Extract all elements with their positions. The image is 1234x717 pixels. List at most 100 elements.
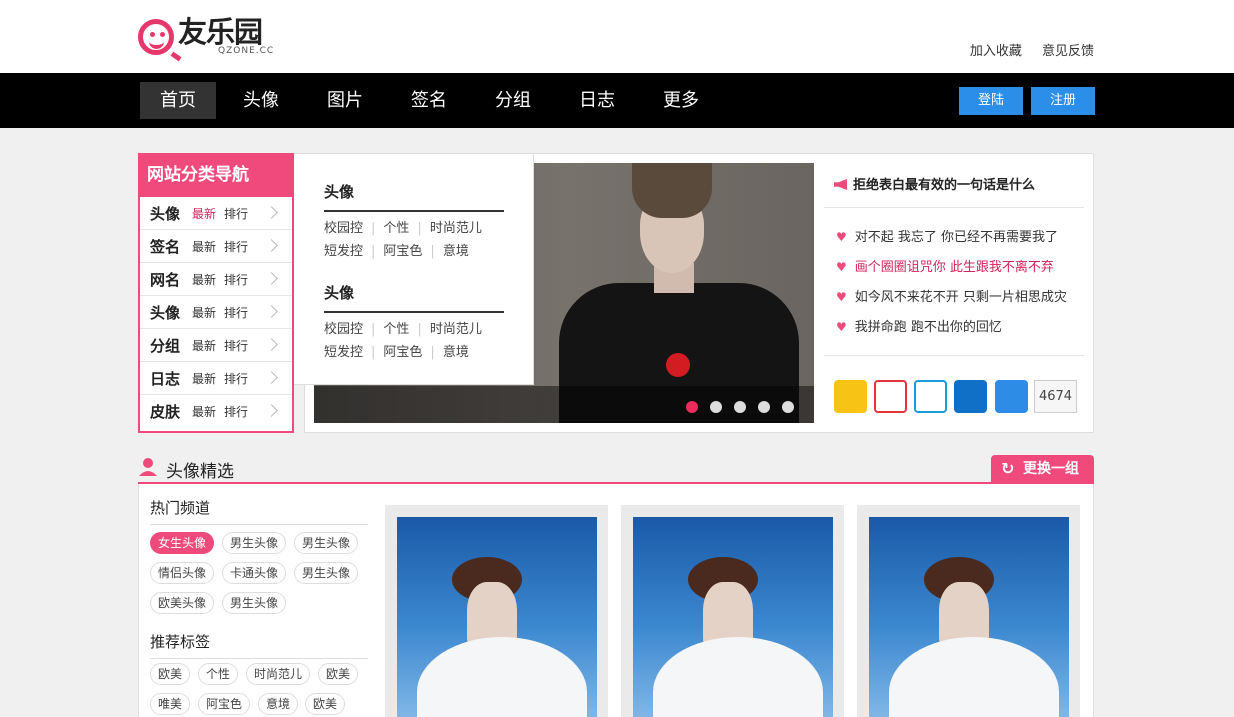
slider-dot-4[interactable] (758, 401, 770, 413)
category-rank-link[interactable]: 排行 (224, 403, 248, 420)
login-button[interactable]: 登陆 (959, 87, 1023, 115)
flyout-link[interactable]: 时尚范儿 (430, 221, 482, 236)
avatar-image[interactable] (633, 517, 833, 717)
category-nav: 网站分类导航 头像 最新 排行 签名 最新 排行 网名 最新 排行 头像 最新 … (138, 153, 294, 433)
avatar-card[interactable] (857, 505, 1080, 717)
tag-chip[interactable]: 男生头像 (294, 532, 359, 554)
nav-item-signature[interactable]: 签名 (391, 82, 467, 119)
divider (824, 207, 1084, 208)
category-flyout: 头像 校园控 | 个性 | 时尚范儿 短发控 | 阿宝色 | 意境 头像 校园控 | 个性 | 时尚范儿… (294, 153, 534, 385)
tag-chip[interactable]: 男生头像 (222, 592, 287, 614)
user-icon (138, 456, 158, 476)
tag-chip[interactable]: 欧美头像 (150, 592, 215, 614)
nav-item-images[interactable]: 图片 (307, 82, 383, 119)
category-name[interactable]: 分组 (150, 335, 192, 356)
flyout-link[interactable]: 短发控 (324, 244, 363, 259)
category-latest-link[interactable]: 最新 (192, 370, 216, 387)
slider-dot-3[interactable] (734, 401, 746, 413)
tag-chip[interactable]: 欧美 (305, 693, 346, 715)
tag-chip[interactable]: 女生头像 (150, 532, 215, 554)
site-logo[interactable]: 友乐园 QZONE.CC (138, 18, 274, 62)
quote-item[interactable]: ♥ 对不起 我忘了 你已经不再需要我了 (836, 226, 1058, 245)
quote-item[interactable]: ♥ 我拼命跑 跑不出你的回忆 (836, 316, 1002, 335)
category-rank-link[interactable]: 排行 (224, 205, 248, 222)
chevron-right-icon (265, 272, 278, 285)
category-latest-link[interactable]: 最新 (192, 304, 216, 321)
main-nav: 首页 头像 图片 签名 分组 日志 更多 登陆 注册 (0, 73, 1234, 128)
category-latest-link[interactable]: 最新 (192, 238, 216, 255)
tag-chip[interactable]: 男生头像 (222, 532, 287, 554)
qzone-icon[interactable] (834, 380, 867, 413)
add-favorite-link[interactable]: 加入收藏 (970, 44, 1022, 59)
category-rank-link[interactable]: 排行 (224, 370, 248, 387)
flyout-link[interactable]: 阿宝色 (383, 244, 422, 259)
category-name[interactable]: 签名 (150, 236, 192, 257)
tag-chip[interactable]: 时尚范儿 (246, 663, 311, 685)
category-name[interactable]: 网名 (150, 269, 192, 290)
flyout-link[interactable]: 个性 (383, 221, 409, 236)
nav-item-more[interactable]: 更多 (643, 82, 719, 119)
avatar-card[interactable] (385, 505, 608, 717)
category-row-groups[interactable]: 分组 最新 排行 (140, 329, 292, 362)
category-row-skin[interactable]: 皮肤 最新 排行 (140, 395, 292, 428)
category-name[interactable]: 皮肤 (150, 401, 192, 422)
section-title: 头像精选 (166, 462, 234, 482)
slider-dot-2[interactable] (710, 401, 722, 413)
feedback-link[interactable]: 意见反馈 (1042, 44, 1094, 59)
avatar-image[interactable] (397, 517, 597, 717)
avatar-image[interactable] (869, 517, 1069, 717)
refresh-button[interactable]: 更换一组 (991, 455, 1094, 483)
nav-item-home[interactable]: 首页 (140, 82, 216, 119)
slider-dot-1[interactable] (686, 401, 698, 413)
category-row-nickname[interactable]: 网名 最新 排行 (140, 263, 292, 296)
category-row-diary[interactable]: 日志 最新 排行 (140, 362, 292, 395)
tag-chip[interactable]: 个性 (198, 663, 239, 685)
category-latest-link[interactable]: 最新 (192, 403, 216, 420)
tag-chip[interactable]: 意境 (258, 693, 299, 715)
quote-item[interactable]: ♥ 画个圈圈诅咒你 此生跟我不离不弃 (836, 256, 1054, 275)
category-latest-link[interactable]: 最新 (192, 337, 216, 354)
quote-item[interactable]: ♥ 如今风不来花不开 只剩一片相思成灾 (836, 286, 1067, 305)
tag-chip[interactable]: 情侣头像 (150, 562, 215, 584)
tag-chip[interactable]: 卡通头像 (222, 562, 287, 584)
renren-icon[interactable] (954, 380, 987, 413)
category-row-avatar[interactable]: 头像 最新 排行 (140, 197, 292, 230)
tag-chip[interactable]: 男生头像 (294, 562, 359, 584)
nav-item-avatar[interactable]: 头像 (223, 82, 299, 119)
flyout-link[interactable]: 时尚范儿 (430, 322, 482, 337)
flyout-link[interactable]: 意境 (443, 345, 469, 360)
register-button[interactable]: 注册 (1031, 87, 1095, 115)
flyout-link[interactable]: 个性 (383, 322, 409, 337)
category-rank-link[interactable]: 排行 (224, 304, 248, 321)
nav-item-groups[interactable]: 分组 (475, 82, 551, 119)
tag-chip[interactable]: 阿宝色 (198, 693, 251, 715)
more-share-icon[interactable] (995, 380, 1028, 413)
flyout-link[interactable]: 短发控 (324, 345, 363, 360)
category-name[interactable]: 头像 (150, 203, 192, 224)
category-name[interactable]: 头像 (150, 302, 192, 323)
flyout-link[interactable]: 校园控 (324, 322, 363, 337)
nav-item-diary[interactable]: 日志 (559, 82, 635, 119)
category-name[interactable]: 日志 (150, 368, 192, 389)
quote-title[interactable]: 拒绝表白最有效的一句话是什么 (834, 174, 1035, 193)
flyout-link[interactable]: 意境 (443, 244, 469, 259)
category-rank-link[interactable]: 排行 (224, 271, 248, 288)
category-rank-link[interactable]: 排行 (224, 238, 248, 255)
tag-chip[interactable]: 欧美 (318, 663, 359, 685)
avatar-card[interactable] (621, 505, 844, 717)
divider (824, 355, 1084, 356)
category-row-signature[interactable]: 签名 最新 排行 (140, 230, 292, 263)
tag-chip[interactable]: 欧美 (150, 663, 191, 685)
slider-dot-5[interactable] (782, 401, 794, 413)
category-rank-link[interactable]: 排行 (224, 337, 248, 354)
category-row-avatar-2[interactable]: 头像 最新 排行 (140, 296, 292, 329)
tag-chip[interactable]: 唯美 (150, 693, 191, 715)
category-latest-link[interactable]: 最新 (192, 205, 216, 222)
recommended-tags-title: 推荐标签 (150, 631, 368, 659)
tencent-weibo-icon[interactable] (914, 380, 947, 413)
category-latest-link[interactable]: 最新 (192, 271, 216, 288)
weibo-icon[interactable] (874, 380, 907, 413)
flyout-link[interactable]: 阿宝色 (383, 345, 422, 360)
flyout-link[interactable]: 校园控 (324, 221, 363, 236)
heart-icon: ♥ (836, 320, 847, 334)
